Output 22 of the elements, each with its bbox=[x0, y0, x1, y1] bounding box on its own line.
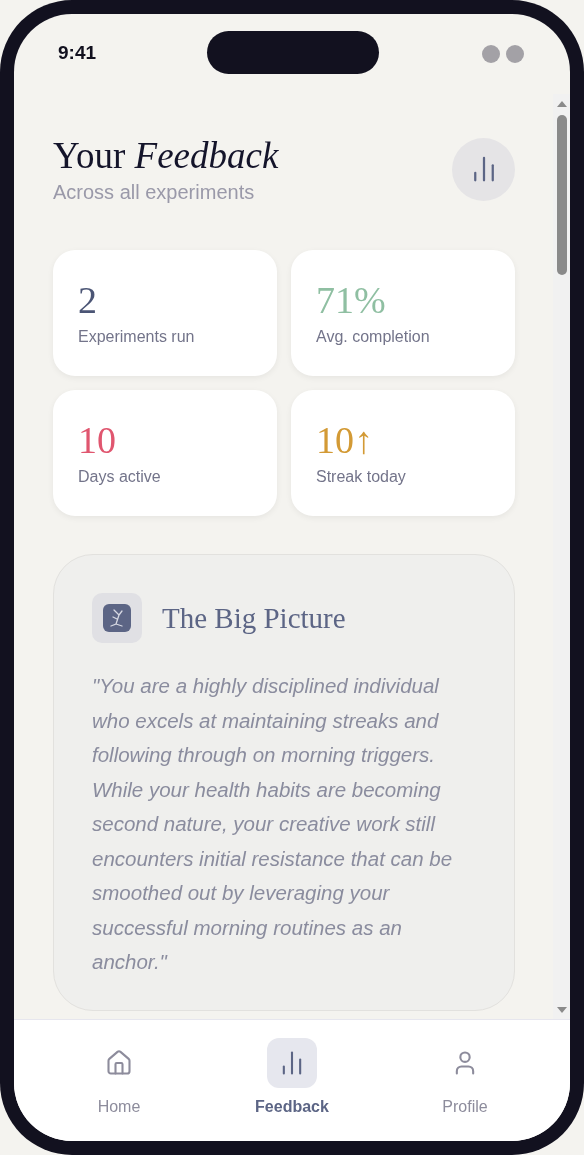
stat-value: 10 bbox=[78, 418, 116, 462]
insight-quote: "You are a highly disciplined individual who excels at maintaining streaks and following through on morning triggers. While your health habits are becoming second nature, your creative work still encounters initial resistance that can be smoothed out by leveraging your successful morning routines as an anchor." bbox=[92, 673, 454, 975]
scroll-down-icon[interactable] bbox=[555, 1005, 568, 1015]
nav-tab[interactable]: Profile bbox=[415, 1038, 515, 1141]
nav-tab[interactable]: Home bbox=[69, 1038, 169, 1141]
stat-label: Days active bbox=[78, 468, 161, 486]
nav-tab[interactable]: Feedback bbox=[242, 1038, 342, 1141]
scrollbar-thumb[interactable] bbox=[556, 115, 567, 275]
home-icon bbox=[105, 1049, 133, 1077]
status-dot-icon bbox=[482, 45, 500, 63]
stat-value: 2 bbox=[78, 278, 97, 322]
page-title: Your Feedback bbox=[53, 134, 279, 177]
stat-label: Avg. completion bbox=[316, 328, 430, 346]
status-dot-icon bbox=[506, 45, 524, 63]
scroll-up-icon[interactable] bbox=[555, 99, 568, 109]
stat-value: 71% bbox=[316, 278, 386, 322]
status-time: 9:41 bbox=[58, 42, 97, 64]
insight-title: The Big Picture bbox=[162, 601, 346, 635]
page-subtitle: Across all experiments bbox=[53, 181, 256, 204]
stat-label: Experiments run bbox=[78, 328, 195, 346]
stat-label: Streak today bbox=[316, 468, 406, 486]
stat-value: 10↑ bbox=[316, 418, 373, 462]
